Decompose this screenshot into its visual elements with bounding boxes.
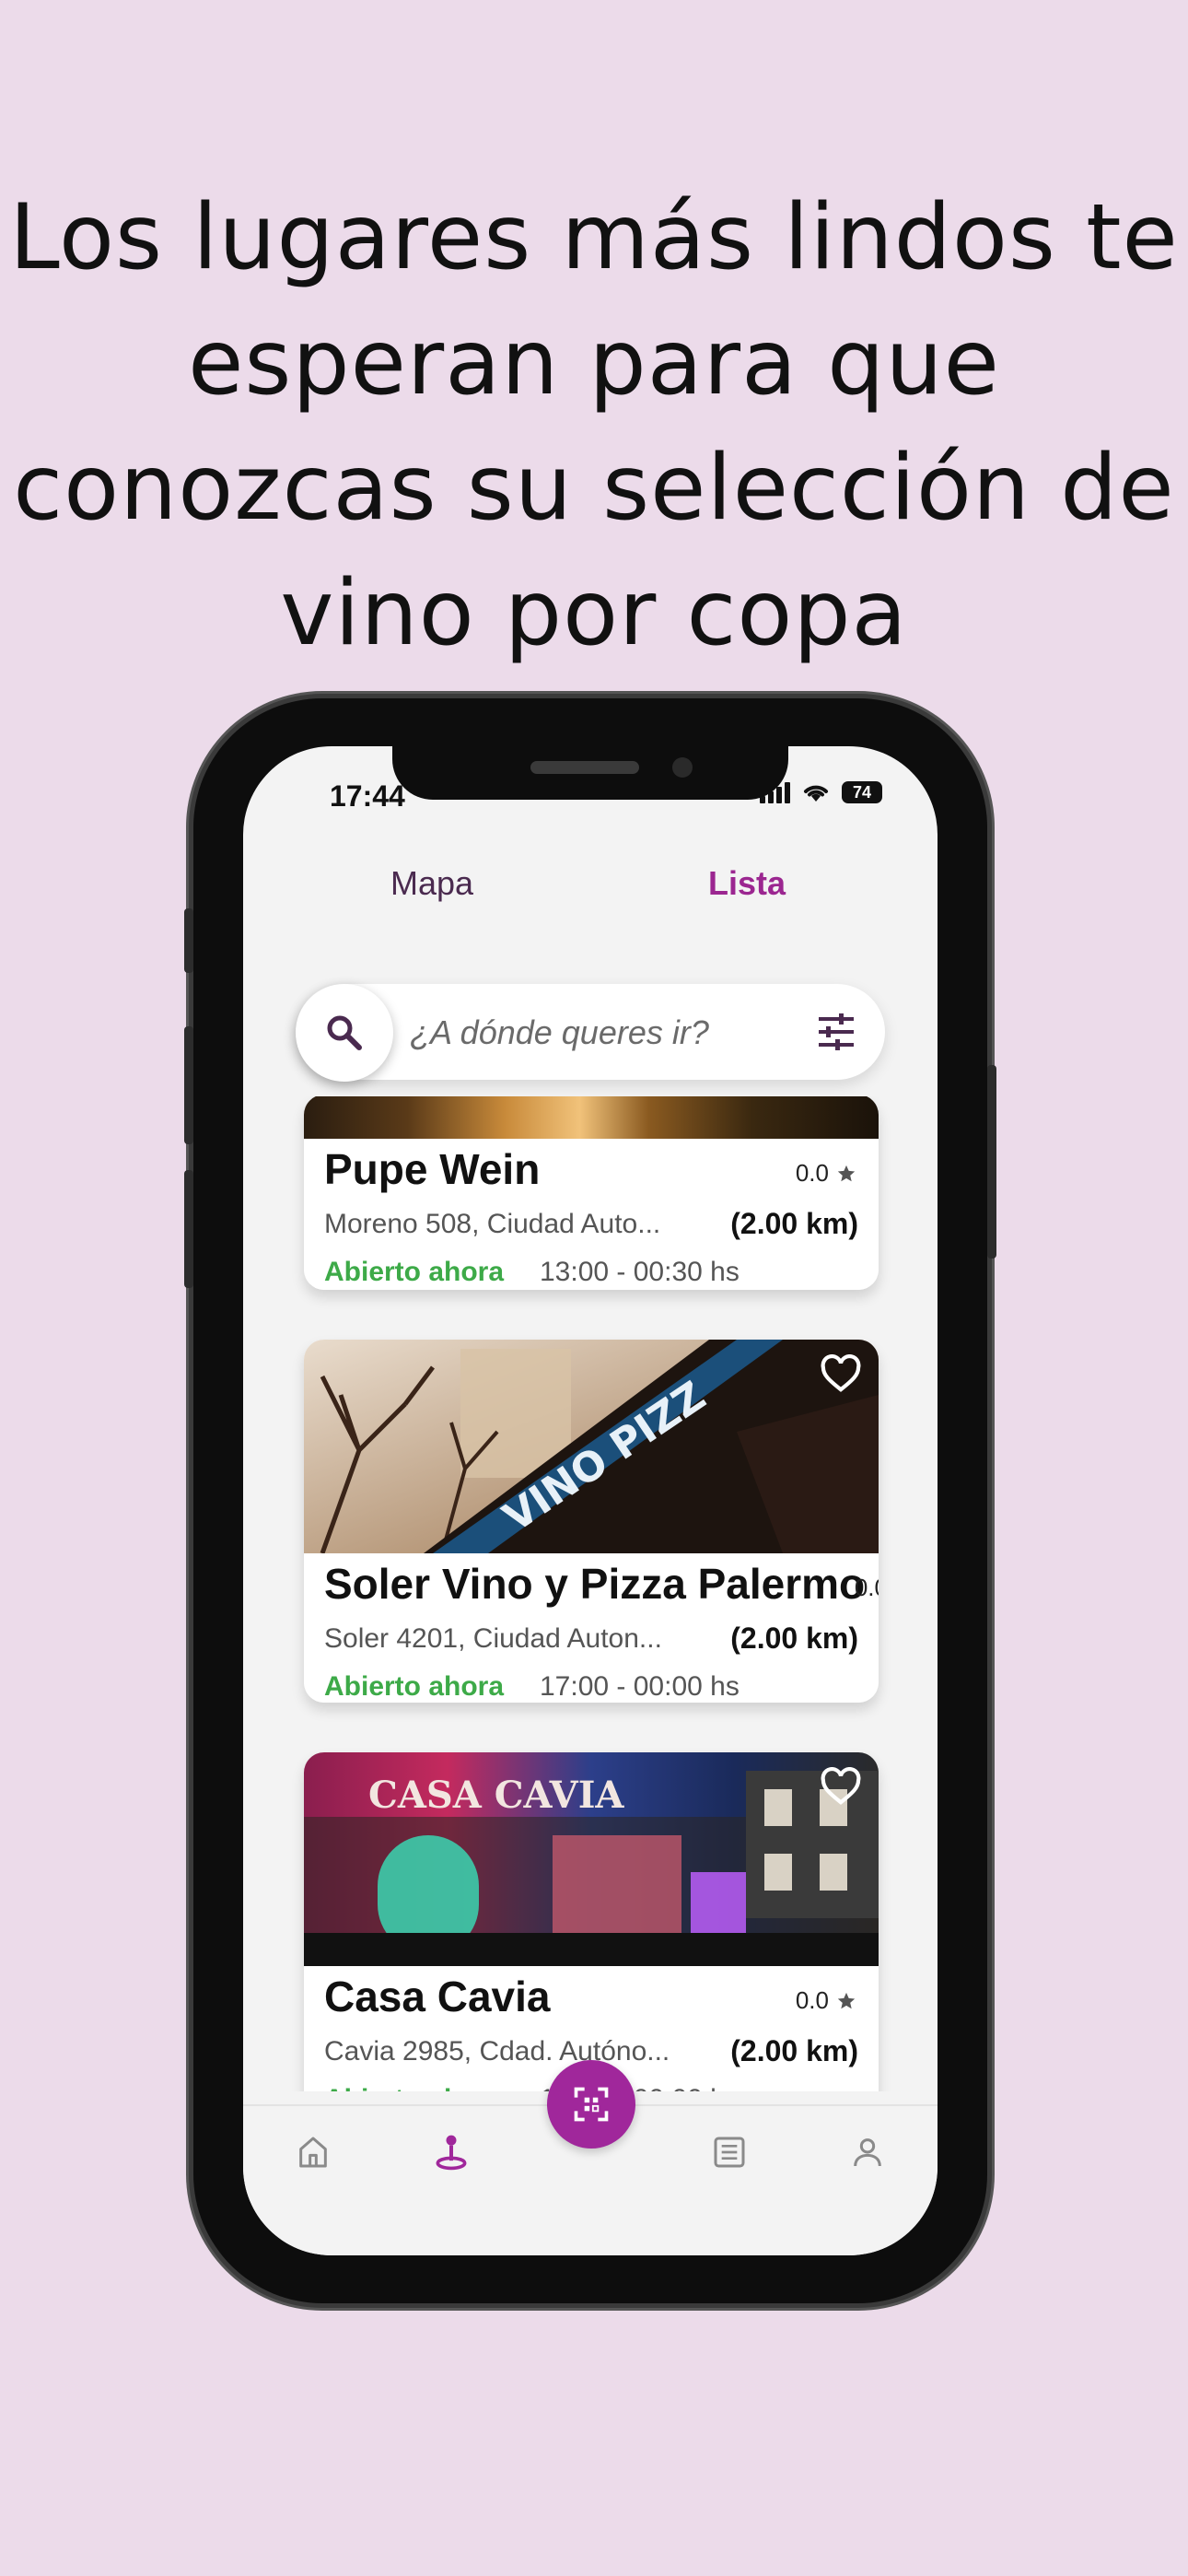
qr-scan-icon: [574, 2087, 609, 2122]
opening-hours: 13:00 - 00:30 hs: [540, 1257, 740, 1287]
place-rating: 0.0: [796, 1159, 856, 1188]
headline-line-2: esperan para que: [188, 310, 1000, 416]
place-distance: (2.00 km): [730, 1622, 858, 1655]
tab-list[interactable]: Lista: [708, 864, 786, 903]
place-rating: 0.0: [796, 1986, 856, 2015]
rating-value: 0.0: [795, 1986, 829, 2014]
place-distance: (2.00 km): [730, 1207, 858, 1240]
nav-profile[interactable]: [844, 2128, 891, 2176]
place-photo: [304, 1096, 879, 1139]
open-status: Abierto ahora: [324, 1671, 505, 1702]
places-list[interactable]: Pupe Wein 0.0 Moreno 508, Ciudad Auto...…: [243, 1096, 938, 2091]
volume-down-button: [184, 1170, 193, 1288]
nav-map[interactable]: [427, 2128, 475, 2176]
view-tabs: Mapa Lista: [243, 864, 938, 919]
place-rating: 0.0: [855, 1574, 879, 1602]
nav-list[interactable]: [705, 2128, 753, 2176]
headline-line-1: Los lugares más lindos te: [9, 185, 1179, 290]
opening-hours: 17:00 - 00:00 hs: [540, 1671, 740, 1702]
qr-scan-button[interactable]: [547, 2060, 635, 2149]
place-name: Pupe Wein: [324, 1145, 541, 1193]
sign-text: CASA CAVIA: [368, 1774, 624, 1817]
search-button[interactable]: [296, 984, 393, 1082]
favorite-heart-icon[interactable]: [820, 1354, 862, 1393]
notch: [392, 746, 788, 800]
headline-line-3: conozcas su selección de: [13, 436, 1175, 541]
search-icon: [327, 1015, 362, 1050]
tab-map[interactable]: Mapa: [390, 864, 473, 903]
profile-icon: [854, 2138, 881, 2167]
place-address: Cavia 2985, Cdad. Autóno...: [324, 2036, 670, 2067]
battery-icon: 74: [842, 781, 882, 803]
home-icon: [299, 2137, 327, 2168]
search-input[interactable]: [408, 1010, 798, 1056]
filter-icon[interactable]: [815, 1012, 857, 1052]
phone-frame: 17:44 74 Mapa Lista ¿A dónde queres ir? …: [184, 698, 996, 2303]
headline-line-4: vino por copa: [280, 561, 908, 666]
place-info: Soler Vino y Pizza Palermo 0.0 Soler 420…: [304, 1553, 879, 1703]
place-address: Soler 4201, Ciudad Auton...: [324, 1623, 662, 1654]
list-icon: [714, 2137, 745, 2168]
place-distance: (2.00 km): [730, 2034, 858, 2067]
power-button: [987, 1065, 996, 1259]
rating-value: 0.0: [854, 1574, 879, 1601]
speaker: [530, 761, 639, 774]
nav-home[interactable]: [289, 2128, 337, 2176]
volume-up-button: [184, 1026, 193, 1144]
status-time: 17:44: [330, 779, 405, 813]
search-bar: [296, 984, 885, 1082]
place-address: Moreno 508, Ciudad Auto...: [324, 1209, 661, 1239]
star-icon: [837, 1165, 856, 1181]
silent-switch: [184, 908, 193, 973]
place-name: Casa Cavia: [324, 1973, 551, 2020]
map-pin-icon: [436, 2135, 467, 2171]
open-status: Abierto ahora: [324, 1257, 505, 1287]
front-camera: [672, 757, 693, 778]
wifi-icon: [804, 785, 828, 802]
place-name: Soler Vino y Pizza Palermo: [324, 1560, 866, 1608]
star-icon: [837, 1992, 856, 2008]
headline: Los lugares más lindos te esperan para q…: [0, 175, 1188, 676]
favorite-heart-icon[interactable]: [820, 1767, 862, 1806]
place-photo: VINO PIZZ: [304, 1340, 879, 1554]
open-status: Abierto ahora: [324, 2084, 504, 2091]
place-info: Pupe Wein 0.0 Moreno 508, Ciudad Auto...…: [304, 1139, 879, 1290]
place-card[interactable]: CASA CAVIA Casa Cavia 0.0 Cavia 2985, Cd…: [304, 1752, 879, 2091]
place-photo: CASA CAVIA: [304, 1752, 879, 1966]
place-card[interactable]: Pupe Wein 0.0 Moreno 508, Ciudad Auto...…: [304, 1096, 879, 1290]
rating-value: 0.0: [795, 1159, 829, 1187]
place-card[interactable]: VINO PIZZ Soler Vino y Pizza Palermo 0.0…: [304, 1340, 879, 1703]
phone-screen: 17:44 74 Mapa Lista ¿A dónde queres ir? …: [243, 746, 938, 2255]
